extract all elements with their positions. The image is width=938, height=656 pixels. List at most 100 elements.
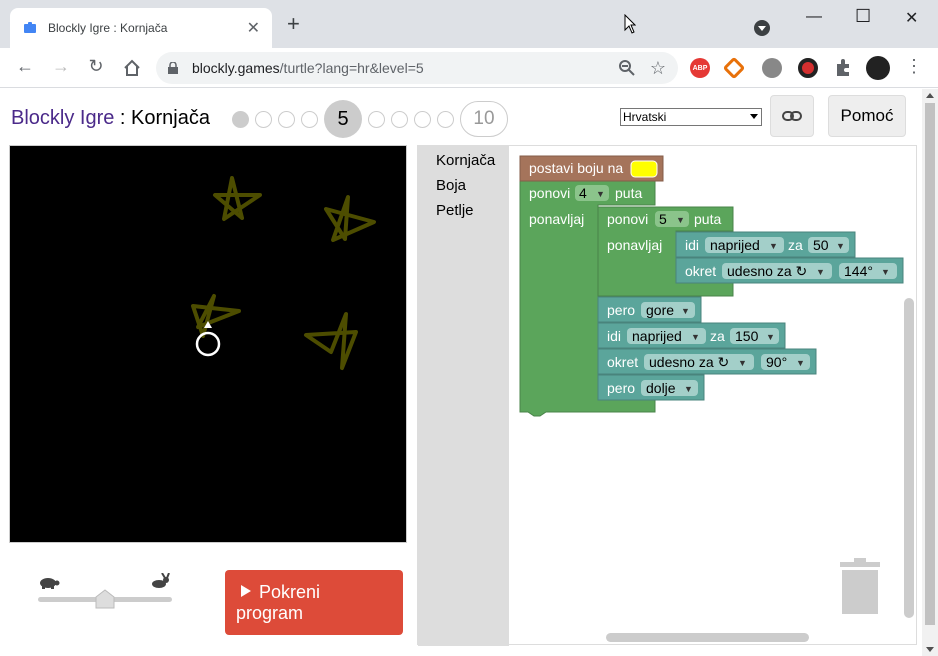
extension-ninja-icon[interactable]: [798, 58, 818, 78]
browser-tab[interactable]: Blockly Igre : Kornjača ✕: [10, 8, 272, 48]
tab-close-icon[interactable]: ✕: [247, 18, 260, 38]
move-direction: naprijed: [710, 237, 760, 253]
page-title: Blockly Igre : Kornjača: [11, 107, 210, 130]
level-9-dot[interactable]: [437, 110, 454, 128]
pen-label: pero: [607, 302, 635, 318]
forward-icon[interactable]: →: [49, 56, 73, 77]
by-label: za: [788, 237, 803, 253]
dropdown-arrow-icon: ▼: [676, 215, 685, 225]
repeat-inner-count: 5: [659, 211, 667, 227]
level-8-dot[interactable]: [414, 110, 431, 128]
move-amount: 50: [813, 237, 829, 253]
puzzle-favicon-icon: [24, 22, 36, 33]
by-label: za: [710, 328, 725, 344]
play-icon: [241, 585, 251, 597]
dropdown-arrow-icon: ▼: [738, 358, 747, 368]
turn-angle: 144°: [844, 263, 873, 279]
dropdown-arrow-icon: ▼: [881, 267, 890, 277]
page-scrollbar[interactable]: [922, 89, 938, 656]
star-shape: [304, 312, 358, 370]
dropdown-arrow-icon: ▼: [766, 332, 775, 342]
menu-dots-icon[interactable]: ⋮: [902, 56, 926, 77]
lock-icon: [168, 62, 178, 74]
url-host: blockly.games: [192, 60, 280, 76]
level-6-dot[interactable]: [368, 110, 385, 128]
move-amount: 150: [735, 328, 759, 344]
zoom-icon[interactable]: [618, 59, 636, 77]
adblock-icon[interactable]: ABP: [690, 58, 710, 78]
scroll-down-icon[interactable]: [926, 647, 934, 652]
back-icon[interactable]: ←: [13, 56, 37, 77]
star-shape: [324, 195, 376, 242]
level-2-dot[interactable]: [255, 110, 272, 128]
current-level[interactable]: 5: [324, 100, 362, 138]
turn-direction: udesno za ↻: [649, 354, 729, 370]
times-label: puta: [694, 211, 721, 227]
times-label: puta: [615, 185, 642, 201]
link-button[interactable]: [770, 95, 814, 137]
bookmark-star-icon[interactable]: ☆: [650, 58, 666, 79]
turtle-icon: [195, 331, 221, 357]
browser-titlebar: Blockly Igre : Kornjača ✕ + — ☐ ✕: [0, 0, 938, 48]
move-label: idi: [685, 237, 699, 253]
game-name: Kornjača: [131, 107, 210, 129]
adblock-label: ABP: [692, 64, 708, 72]
brand-link[interactable]: Blockly Igre: [11, 107, 114, 129]
repeat-outer-label: ponovi: [529, 185, 570, 201]
star-shape: [213, 176, 262, 221]
level-4-dot[interactable]: [301, 110, 318, 128]
language-select[interactable]: Hrvatski: [620, 108, 762, 126]
move-direction: naprijed: [632, 328, 682, 344]
pen-label: pero: [607, 380, 635, 396]
link-icon: [782, 111, 802, 121]
url-text: blockly.games/turtle?lang=hr&level=5: [192, 60, 618, 76]
dropdown-arrow-icon: ▼: [836, 241, 845, 251]
do-label: ponavljaj: [607, 237, 662, 253]
move-label: idi: [607, 328, 621, 344]
extension-film-icon[interactable]: [762, 58, 782, 78]
url-path: /turtle?lang=hr&level=5: [279, 60, 424, 76]
reload-icon[interactable]: ↻: [84, 56, 108, 77]
tab-search-icon[interactable]: [754, 20, 770, 36]
cursor-icon: [624, 14, 636, 34]
close-window-icon[interactable]: ✕: [905, 8, 918, 28]
pen-up-value: gore: [646, 302, 674, 318]
scroll-up-icon[interactable]: [926, 93, 934, 98]
do-label: ponavljaj: [529, 211, 584, 227]
help-button[interactable]: Pomoć: [828, 95, 906, 137]
dropdown-arrow-icon: ▼: [691, 332, 700, 342]
dropdown-arrow-icon: ▼: [681, 306, 690, 316]
turtle-canvas: [9, 145, 407, 543]
speed-slider-knob[interactable]: [95, 589, 115, 609]
maximize-icon[interactable]: ☐: [855, 6, 871, 27]
level-1-dot[interactable]: [232, 110, 249, 128]
profile-avatar[interactable]: [866, 56, 890, 80]
level-7-dot[interactable]: [391, 110, 408, 128]
home-icon[interactable]: [120, 58, 144, 78]
level-3-dot[interactable]: [278, 110, 295, 128]
repeat-outer-count: 4: [579, 185, 587, 201]
minimize-icon[interactable]: —: [806, 8, 822, 26]
run-program-button[interactable]: Pokreni program: [225, 570, 403, 635]
extension-diamond-icon[interactable]: [722, 56, 746, 80]
level-selector: 5 10: [232, 99, 508, 139]
turn-label: okret: [607, 354, 638, 370]
dropdown-arrow-icon: ▼: [816, 267, 825, 277]
new-tab-icon[interactable]: +: [287, 13, 300, 35]
address-bar[interactable]: blockly.games/turtle?lang=hr&level=5 ☆: [156, 52, 678, 84]
extensions-puzzle-icon[interactable]: [833, 58, 853, 78]
page-scrollbar-thumb[interactable]: [925, 103, 935, 625]
colour-swatch[interactable]: [630, 160, 658, 178]
turn-direction: udesno za ↻: [727, 263, 807, 279]
turtle-slow-icon: [40, 578, 60, 589]
workspace-horizontal-scrollbar[interactable]: [606, 633, 809, 642]
select-arrow-icon: [750, 114, 758, 119]
repeat-inner-label: ponovi: [607, 211, 648, 227]
tab-title: Blockly Igre : Kornjača: [48, 21, 168, 35]
workspace-vertical-scrollbar[interactable]: [904, 298, 914, 618]
last-level[interactable]: 10: [460, 101, 508, 137]
trash-icon[interactable]: [838, 558, 882, 614]
rabbit-fast-icon: [152, 573, 170, 588]
blockly-workspace[interactable]: Kornjača Boja Petlje postavi boju na pon…: [417, 145, 917, 646]
star-shape: [191, 294, 241, 338]
